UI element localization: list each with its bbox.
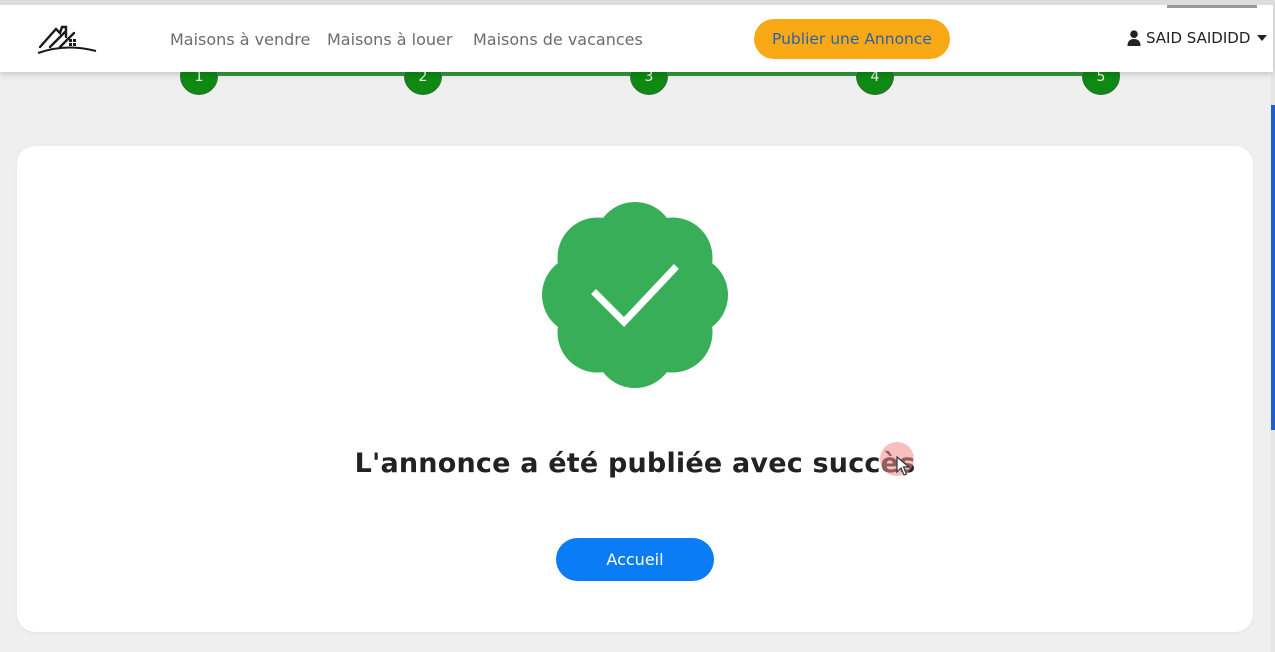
scrollbar-thumb[interactable]: [1271, 105, 1275, 430]
publish-listing-button[interactable]: Publier une Annonce: [754, 19, 950, 59]
mouse-cursor-icon: [896, 456, 910, 476]
user-menu-dropdown[interactable]: SAID SAIDIDD: [1127, 29, 1268, 47]
home-button[interactable]: Accueil: [556, 538, 714, 581]
success-card: L'annonce a été publiée avec succès Accu…: [17, 146, 1253, 632]
window-edge-strip: [1167, 5, 1257, 8]
user-icon: [1127, 30, 1141, 46]
top-navbar: Maisons à vendre Maisons à louer Maisons…: [0, 0, 1273, 72]
nav-link-vacation[interactable]: Maisons de vacances: [473, 30, 643, 49]
nav-link-for-sale[interactable]: Maisons à vendre: [170, 30, 310, 49]
house-roof-logo-icon[interactable]: [36, 23, 98, 57]
success-message: L'annonce a été publiée avec succès: [354, 448, 916, 479]
chevron-down-icon: [1257, 35, 1268, 41]
verified-badge-check-icon: [542, 202, 728, 388]
nav-link-for-rent[interactable]: Maisons à louer: [327, 30, 452, 49]
user-name: SAID SAIDIDD: [1146, 29, 1251, 47]
